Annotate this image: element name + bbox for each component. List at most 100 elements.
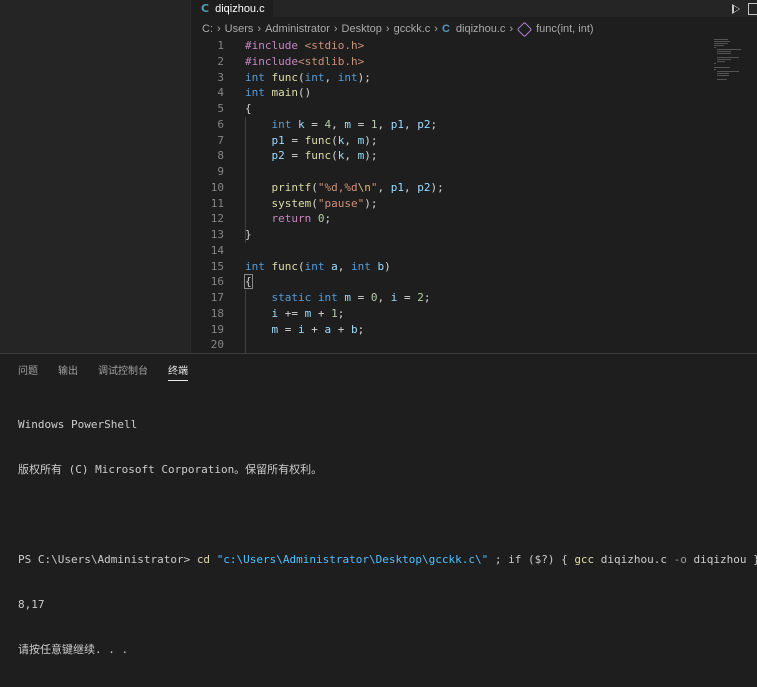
code-editor[interactable]: 1 #include <stdio.h> 2 #include<stdlib.h> 3 i… [191,37,701,353]
chevron-right-icon: › [217,23,221,35]
code-token: = [397,291,418,304]
code-line[interactable]: 8 p2 = func(k, m); [191,148,701,164]
code-token: 2 [417,291,424,304]
command-args: diqizhou.c [594,553,674,566]
code-token: func [271,259,299,273]
tab-terminal[interactable]: 终端 [168,362,188,381]
code-token: ( [331,133,338,147]
line-number: 7 [217,133,224,147]
code-token: , [377,180,391,194]
indent-guide [245,179,246,196]
code-text: p1 = func(k, m); [245,133,378,149]
code-token: int [304,259,332,273]
code-line[interactable]: 4 int main() [191,85,701,101]
breadcrumb-users[interactable]: Users [225,23,254,35]
code-line[interactable]: 5{ [191,101,701,117]
code-text: int func(int, int); [245,70,371,86]
code-token: , [324,70,338,84]
code-token: int [245,70,272,84]
code-line[interactable]: 17 static int m = 0, i = 2; [191,290,701,306]
code-text: int func(int a, int b) [245,259,391,275]
code-line[interactable]: 16 { [191,274,701,290]
code-token: "pause" [317,196,365,210]
breadcrumb: C: › Users › Administrator › Desktop › g… [202,20,594,38]
code-line[interactable]: 9 [191,164,701,180]
explorer-sidebar [0,0,191,353]
code-line[interactable]: 3 int func(int, int); [191,70,701,86]
code-token: system [271,196,312,210]
code-line[interactable]: 10 printf("%d,%d\n", p1, p2); [191,180,701,196]
code-token: p2 [417,180,431,194]
code-line[interactable]: 12 return 0; [191,211,701,227]
code-line[interactable]: 14 [191,243,701,259]
code-token: ); [430,180,444,194]
code-text: int main() [245,85,311,101]
code-token: = [278,322,298,336]
code-token: , [377,117,391,131]
chevron-right-icon: › [333,23,338,35]
code-token: return [271,212,318,226]
code-token: , [404,180,418,194]
run-icon[interactable] [732,3,740,14]
breadcrumb-drive[interactable]: C: [202,23,213,35]
line-number: 14 [210,243,224,257]
tab-output[interactable]: 输出 [58,362,78,381]
breadcrumb-administrator[interactable]: Administrator [265,23,330,35]
code-token: + [331,322,351,336]
code-line[interactable]: 13} [191,227,701,243]
code-token: ; [324,212,332,226]
code-line[interactable]: 15 int func(int a, int b) [191,259,701,275]
editor-actions [725,0,757,17]
code-token: += [278,306,305,320]
code-token: ); [364,196,378,210]
indent-guide [245,305,246,322]
breadcrumb-file[interactable]: diqizhou.c [456,23,506,35]
code-line[interactable]: 18 i += m + 1; [191,306,701,322]
code-line[interactable]: 11 system("pause"); [191,196,701,212]
terminal-output[interactable]: Windows PowerShell 版权所有 (C) Microsoft Co… [18,387,757,687]
tab-problems[interactable]: 问题 [18,362,38,381]
minimap[interactable] [712,37,742,87]
c-file-icon: C [441,23,450,35]
code-line[interactable]: 20 [191,337,701,353]
breadcrumb-symbol[interactable]: func(int, int) [536,23,593,35]
code-token: int [271,117,298,131]
code-token: m [344,117,351,131]
code-line[interactable]: 19 m = i + a + b; [191,322,701,338]
editor-tab-diqizhou[interactable]: C diqizhou.c [191,0,273,17]
code-token: ; [337,306,345,320]
indent-guide [245,227,246,243]
code-token: ; [430,117,438,131]
split-editor-icon[interactable] [748,2,757,15]
code-line[interactable]: 1 #include <stdio.h> [191,38,701,54]
code-text: { [244,274,253,290]
code-line[interactable]: 6 int k = 4, m = 1, p1, p2; [191,117,701,133]
code-token: ); [357,70,371,84]
indent-guide [245,195,246,212]
code-token: = [351,117,371,131]
bottom-panel: 问题 输出 调试控制台 终端 Windows PowerShell 版权所有 (… [0,353,757,656]
code-text: i += m + 1; [245,306,345,322]
code-token: , [404,117,418,131]
breadcrumb-desktop[interactable]: Desktop [342,23,382,35]
command-args-tail: diqizhou } ; if ($?) { .\diqizhou } [693,553,757,566]
panel-tabs: 问题 输出 调试控制台 终端 [18,362,208,381]
code-token: " [370,180,378,194]
code-token: 1 [370,117,378,131]
line-number: 20 [210,338,224,352]
code-line[interactable]: 7 p1 = func(k, m); [191,133,701,149]
code-token: ) [384,259,391,273]
tab-debug-console[interactable]: 调试控制台 [98,362,148,381]
line-number: 9 [217,165,224,178]
line-number: 12 [210,212,224,226]
indent-guide [245,321,246,338]
breadcrumb-folder[interactable]: gcckk.c [394,23,431,35]
code-token: <stdio.h> [304,39,365,52]
code-line[interactable]: 2 #include<stdlib.h> [191,54,701,70]
line-number: 15 [210,259,224,273]
code-text: { [245,101,252,117]
code-token: ( [298,259,305,273]
code-token: static int [271,291,345,304]
code-token: a [331,259,338,273]
